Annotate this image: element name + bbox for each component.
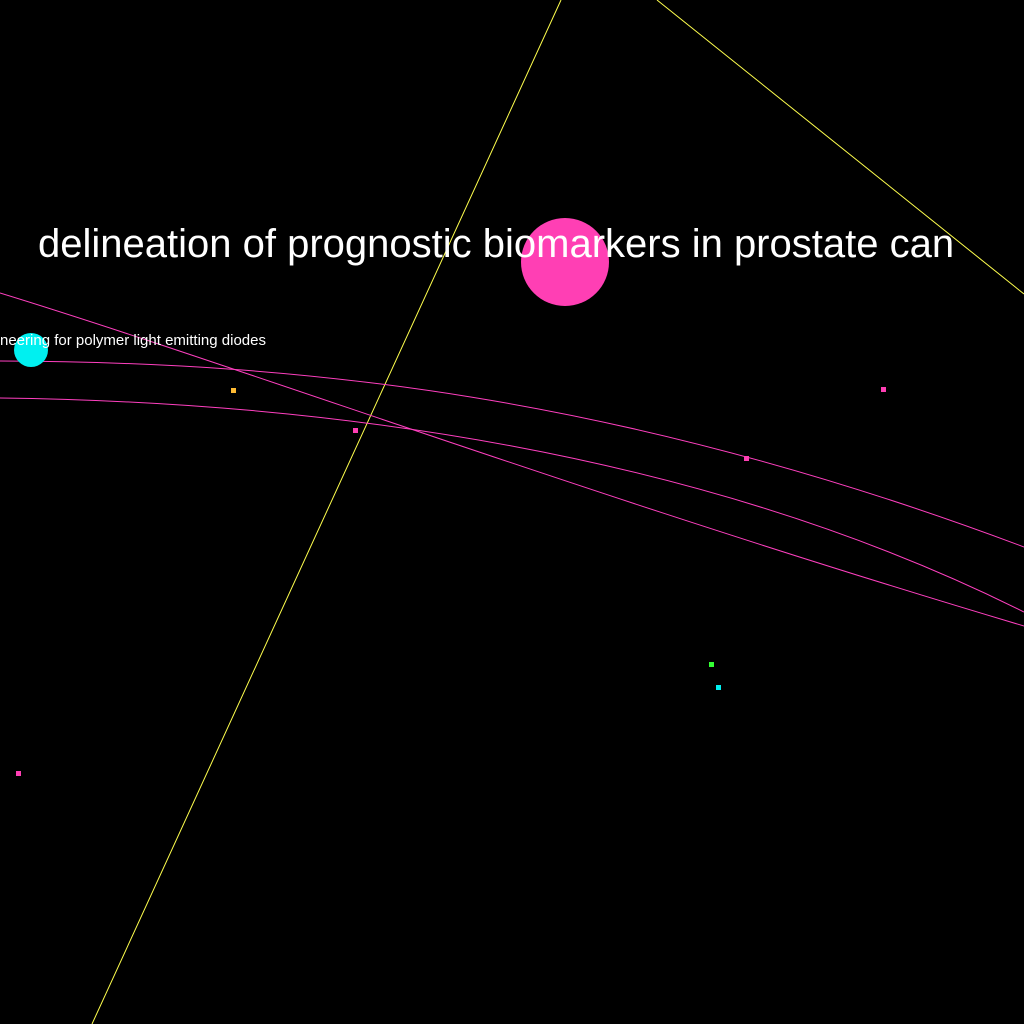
- node-pink-small-3[interactable]: [881, 387, 886, 392]
- node-pink-small-2[interactable]: [744, 456, 749, 461]
- secondary-topic-label: neering for polymer light emitting diode…: [0, 332, 266, 349]
- main-topic-label: delineation of prognostic biomarkers in …: [38, 222, 954, 266]
- node-orange-small[interactable]: [231, 388, 236, 393]
- node-pink-small-1[interactable]: [353, 428, 358, 433]
- node-green-small[interactable]: [709, 662, 714, 667]
- edge-pink-upper-curve: [0, 360, 1024, 548]
- labels: delineation of prognostic biomarkers in …: [0, 222, 954, 349]
- edges: [0, 0, 1024, 1024]
- nodes: [14, 218, 886, 776]
- node-pink-small-4[interactable]: [16, 771, 21, 776]
- node-cyan-small[interactable]: [716, 685, 721, 690]
- network-graph-canvas: delineation of prognostic biomarkers in …: [0, 0, 1024, 1024]
- edge-pink-middle-curve: [0, 397, 1024, 613]
- edge-yellow-diagonal-long: [91, 0, 562, 1024]
